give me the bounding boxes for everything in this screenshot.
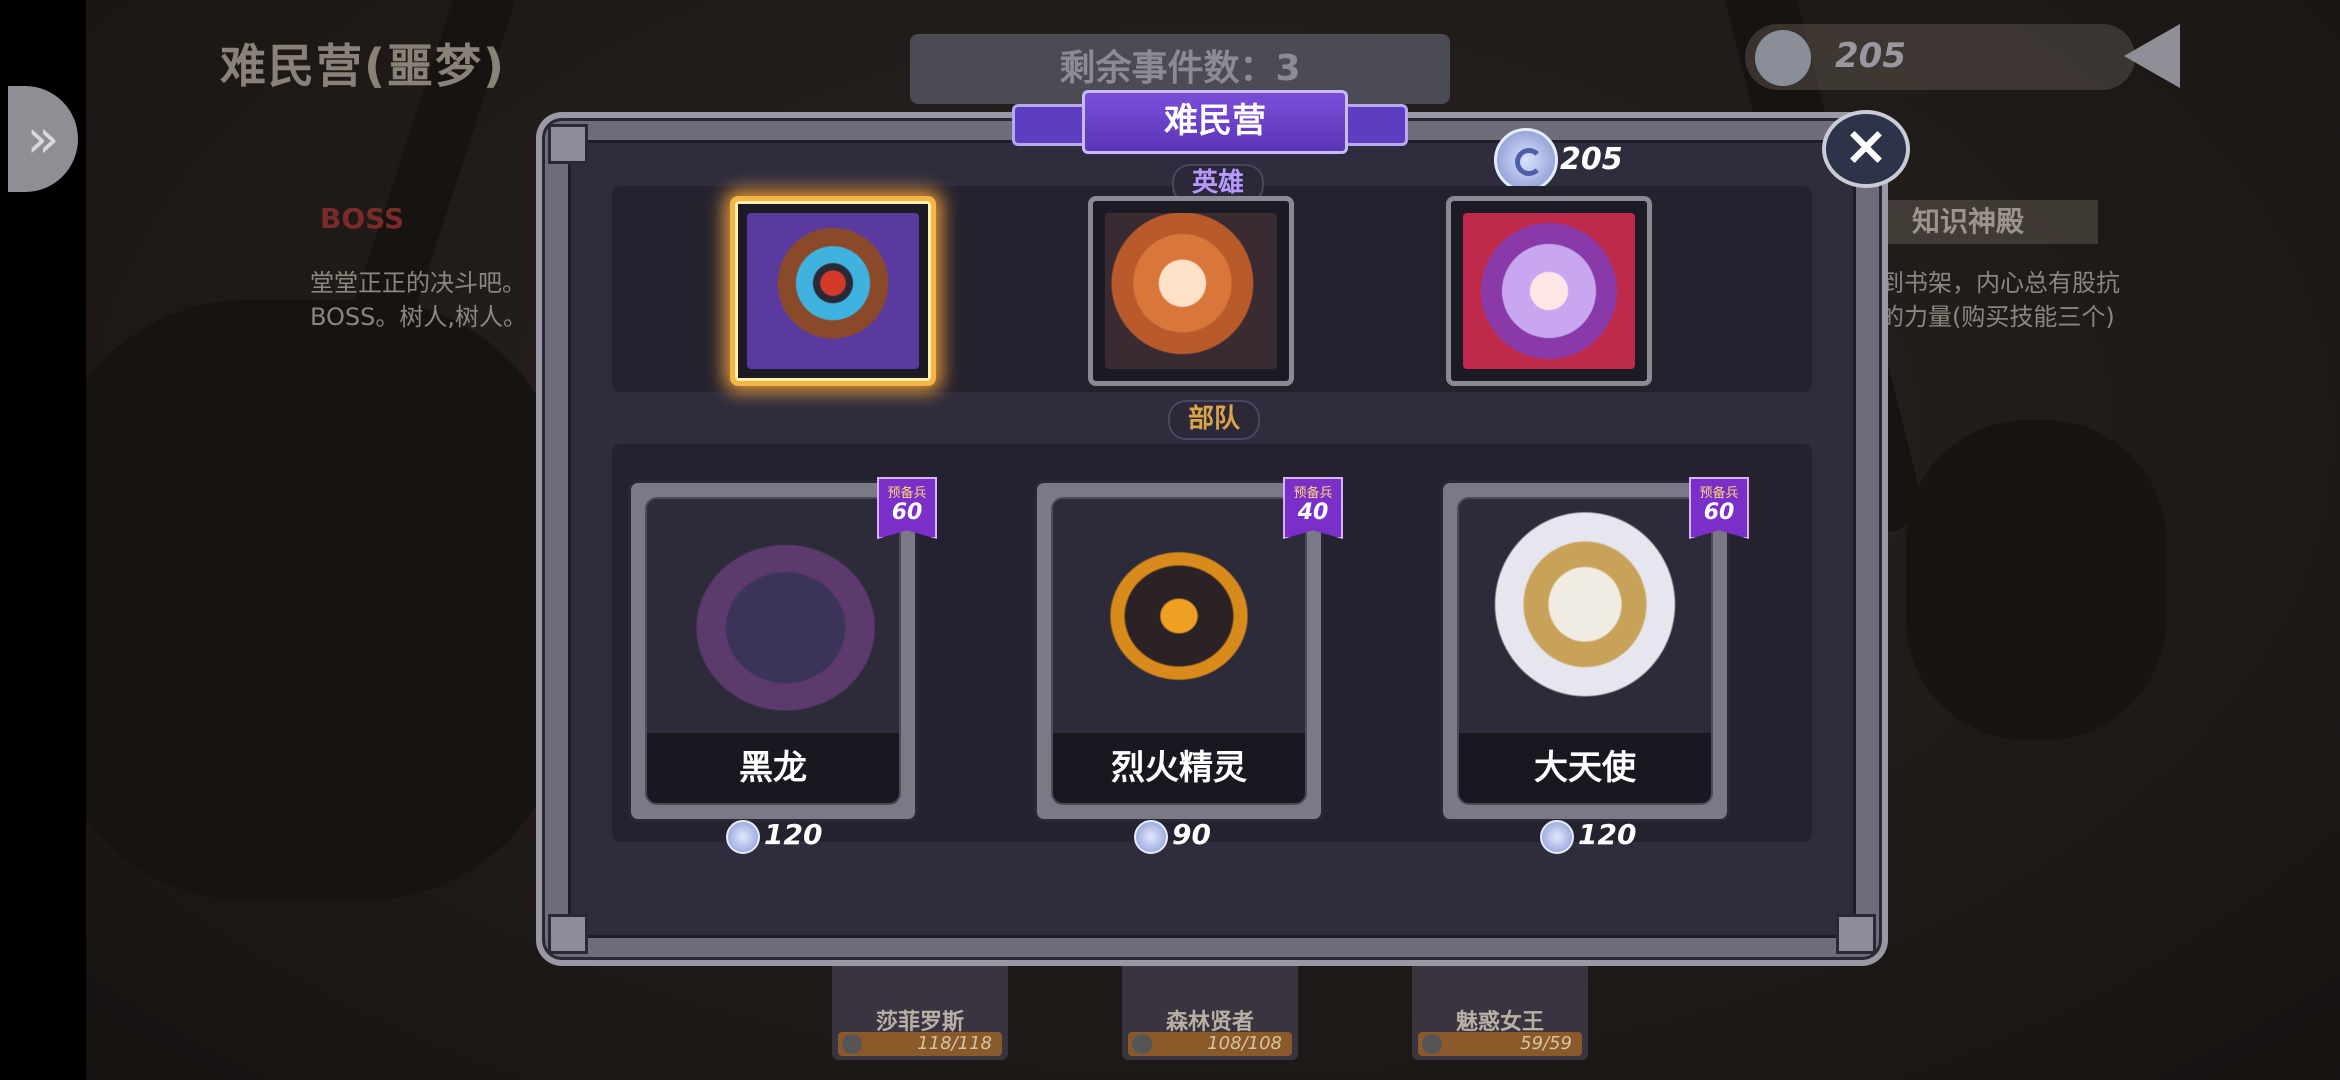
right-event-desc-1: 到书架，内心总有股抗: [1880, 269, 2120, 297]
reserve-badge: 预备兵 60: [877, 477, 937, 539]
reserve-badge: 预备兵 60: [1689, 477, 1749, 539]
top-currency-amount: 205: [1835, 36, 1906, 76]
gem-icon: [726, 820, 760, 854]
troop-section-label: 部队: [1168, 400, 1261, 440]
reserve-badge: 预备兵 40: [1283, 477, 1343, 539]
demon-girl-hero-portrait: [1463, 213, 1635, 369]
roster-card: 莎菲罗斯 118/118: [832, 960, 1008, 1060]
gem-icon: [1540, 820, 1574, 854]
hero-card[interactable]: [1088, 196, 1294, 386]
roster-hp: 59/59: [1418, 1032, 1582, 1056]
unit-name: 黑龙: [647, 733, 899, 803]
modal-title-ribbon: 难民营: [1012, 90, 1412, 154]
left-event-desc-2: BOSS。树人,树人。: [310, 303, 528, 331]
modal-currency-amount: 205: [1560, 142, 1623, 177]
right-event-desc-2: 的力量(购买技能三个): [1880, 303, 2115, 331]
helmet-icon: [1422, 1034, 1442, 1054]
boss-tag: BOSS: [320, 202, 405, 235]
expand-chevron-icon[interactable]: »: [8, 86, 78, 192]
hero-card-selected[interactable]: [730, 196, 936, 386]
unit-card-flame-spirit[interactable]: 烈火精灵 预备兵 40: [1034, 477, 1343, 822]
helmet-icon: [842, 1034, 862, 1054]
unit-name: 烈火精灵: [1053, 733, 1305, 803]
girl-hero-portrait: [1105, 213, 1277, 369]
unit-card-black-dragon[interactable]: 黑龙 预备兵 60: [628, 477, 937, 822]
roster-hp: 118/118: [838, 1032, 1002, 1056]
location-title: 难民营(噩梦): [220, 39, 507, 93]
close-button[interactable]: ×: [1822, 110, 1910, 188]
roster-card: 魅惑女王 59/59: [1412, 960, 1588, 1060]
roster-hp: 108/108: [1128, 1032, 1292, 1056]
top-currency-display: 205: [1745, 24, 2135, 90]
roster-card: 森林贤者 108/108: [1122, 960, 1298, 1060]
unit-name: 大天使: [1459, 733, 1711, 803]
back-arrow-icon[interactable]: [2124, 24, 2180, 88]
gem-icon: [1494, 128, 1558, 192]
helmet-icon: [1132, 1034, 1152, 1054]
left-event-desc-1: 堂堂正正的决斗吧。: [310, 269, 526, 297]
modal-title: 难民营: [1082, 90, 1348, 154]
gem-icon: [1134, 820, 1168, 854]
hero-card[interactable]: [1446, 196, 1652, 386]
gem-icon: [1755, 30, 1811, 86]
robot-hero-portrait: [747, 213, 919, 369]
black-dragon-art: [647, 499, 899, 733]
unit-card-archangel[interactable]: 大天使 预备兵 60: [1440, 477, 1749, 822]
archangel-art: [1459, 499, 1711, 733]
flame-spirit-art: [1053, 499, 1305, 733]
